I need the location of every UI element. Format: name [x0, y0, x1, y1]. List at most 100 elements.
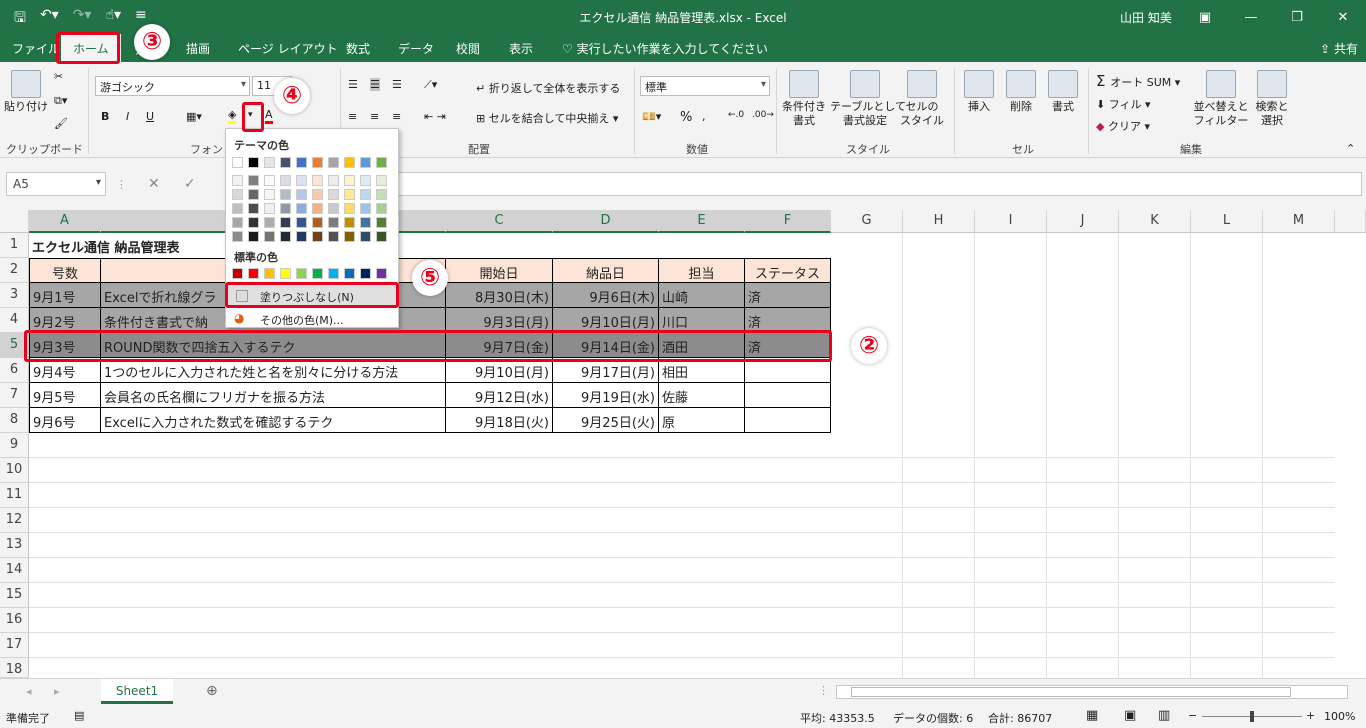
autosum-button[interactable]: Σ オート SUM ▾ — [1096, 72, 1180, 90]
format-as-table-button[interactable]: テーブルとして 書式設定 — [830, 70, 906, 128]
column-header[interactable]: E — [659, 210, 745, 233]
theme-color-swatch[interactable] — [312, 231, 323, 242]
theme-color-swatch[interactable] — [232, 217, 243, 228]
row-header[interactable]: 10 — [0, 458, 29, 483]
restore-icon[interactable]: ❐ — [1274, 0, 1320, 34]
clear-button[interactable]: ◆ クリア ▾ — [1096, 118, 1150, 134]
orientation-icon[interactable]: ⟋▾ — [424, 78, 437, 92]
theme-color-swatch[interactable] — [344, 217, 355, 228]
align-center-icon[interactable]: ≡ — [370, 110, 379, 123]
align-middle-icon[interactable]: ☰ — [370, 78, 380, 91]
theme-color-swatch[interactable] — [344, 157, 355, 168]
theme-color-swatch[interactable] — [312, 157, 323, 168]
tab-formulas[interactable]: 数式 — [346, 40, 370, 57]
indent-icon[interactable]: ⇤ ⇥ — [424, 110, 446, 123]
table-cell[interactable]: Excelに入力された数式を確認するテク — [101, 408, 446, 433]
theme-color-swatch[interactable] — [248, 157, 259, 168]
theme-color-swatch[interactable] — [280, 175, 291, 186]
theme-color-swatch[interactable] — [248, 231, 259, 242]
borders-icon[interactable]: ▦▾ — [186, 110, 202, 123]
table-cell[interactable] — [745, 383, 831, 408]
standard-color-swatch[interactable] — [376, 268, 387, 279]
theme-color-swatch[interactable] — [248, 203, 259, 214]
standard-color-swatch[interactable] — [360, 268, 371, 279]
column-header[interactable]: G — [831, 210, 903, 233]
header-cell[interactable]: 号数 — [29, 258, 101, 283]
theme-color-swatch[interactable] — [280, 189, 291, 200]
wrap-text-button[interactable]: ↵ 折り返して全体を表示する — [476, 80, 620, 96]
paste-button[interactable]: 貼り付け — [4, 70, 48, 114]
theme-color-swatch[interactable] — [328, 203, 339, 214]
theme-color-swatch[interactable] — [360, 231, 371, 242]
zoom-level[interactable]: 100% — [1324, 710, 1355, 723]
currency-icon[interactable]: 💴▾ — [642, 110, 661, 123]
theme-color-swatch[interactable] — [376, 189, 387, 200]
font-color-button[interactable]: A — [265, 108, 273, 124]
sort-filter-button[interactable]: 並べ替えと フィルター — [1192, 70, 1250, 128]
row-header[interactable]: 4 — [0, 308, 29, 333]
table-cell[interactable]: 9月5号 — [29, 383, 101, 408]
theme-color-swatch[interactable] — [312, 203, 323, 214]
fill-button[interactable]: ⬇ フィル ▾ — [1096, 96, 1151, 112]
user-name[interactable]: 山田 知美 — [1120, 9, 1172, 26]
row-header[interactable]: 1 — [0, 233, 29, 258]
header-cell[interactable]: 納品日 — [553, 258, 659, 283]
table-cell[interactable]: 9月6日(木) — [553, 283, 659, 308]
format-painter-icon[interactable]: 🖌 — [54, 117, 68, 130]
font-name-combo[interactable]: 游ゴシック — [95, 76, 250, 96]
theme-color-swatch[interactable] — [376, 231, 387, 242]
column-header[interactable]: K — [1119, 210, 1191, 233]
tab-draw[interactable]: 描画 — [186, 40, 210, 57]
theme-color-swatch[interactable] — [360, 203, 371, 214]
table-cell[interactable]: 佐藤 — [659, 383, 745, 408]
standard-color-swatch[interactable] — [232, 268, 243, 279]
cell-styles-button[interactable]: セルの スタイル — [900, 70, 944, 128]
theme-color-swatch[interactable] — [360, 175, 371, 186]
theme-color-swatch[interactable] — [360, 217, 371, 228]
theme-color-swatch[interactable] — [264, 189, 275, 200]
collapse-ribbon-icon[interactable]: ⌃ — [1346, 142, 1355, 155]
row-header[interactable]: 14 — [0, 558, 29, 583]
row-header[interactable]: 3 — [0, 283, 29, 308]
theme-color-swatch[interactable] — [360, 189, 371, 200]
theme-color-swatch[interactable] — [296, 203, 307, 214]
number-format-combo[interactable]: 標準 — [640, 76, 770, 96]
standard-color-swatch[interactable] — [296, 268, 307, 279]
align-right-icon[interactable]: ≡ — [392, 110, 401, 123]
theme-color-swatch[interactable] — [360, 157, 371, 168]
bold-button[interactable]: B — [101, 110, 109, 123]
column-header[interactable]: M — [1263, 210, 1335, 233]
theme-color-swatch[interactable] — [264, 217, 275, 228]
minimize-icon[interactable]: — — [1228, 0, 1274, 34]
table-cell[interactable]: 8月30日(木) — [446, 283, 553, 308]
standard-color-swatch[interactable] — [312, 268, 323, 279]
scroll-left-icon[interactable]: ◂ — [26, 685, 32, 698]
column-header[interactable]: C — [446, 210, 553, 233]
theme-color-swatch[interactable] — [264, 231, 275, 242]
sheet-tab[interactable]: Sheet1 — [101, 679, 173, 704]
theme-color-swatch[interactable] — [328, 189, 339, 200]
page-layout-view-icon[interactable]: ▣ — [1124, 708, 1136, 723]
delete-cells-button[interactable]: 削除 — [1002, 70, 1040, 114]
theme-color-swatch[interactable] — [312, 175, 323, 186]
select-all-corner[interactable] — [0, 210, 29, 233]
more-colors-menu-item[interactable]: ◕ その他の色(M)... — [228, 309, 396, 329]
table-cell[interactable]: 9月6号 — [29, 408, 101, 433]
column-header[interactable]: L — [1191, 210, 1263, 233]
column-header[interactable]: F — [745, 210, 831, 233]
underline-button[interactable]: U — [146, 110, 154, 123]
name-box[interactable]: A5 — [6, 172, 106, 196]
theme-color-swatch[interactable] — [328, 217, 339, 228]
tab-page-layout[interactable]: ページ レイアウト — [238, 40, 338, 57]
column-header[interactable]: J — [1047, 210, 1119, 233]
row-header[interactable]: 6 — [0, 358, 29, 383]
theme-color-swatch[interactable] — [296, 175, 307, 186]
row-header[interactable]: 2 — [0, 258, 29, 283]
row-header[interactable]: 11 — [0, 483, 29, 508]
table-cell[interactable]: 原 — [659, 408, 745, 433]
standard-color-swatch[interactable] — [328, 268, 339, 279]
table-cell[interactable]: 9月1号 — [29, 283, 101, 308]
theme-color-swatch[interactable] — [264, 157, 275, 168]
standard-color-swatch[interactable] — [344, 268, 355, 279]
normal-view-icon[interactable]: ▦ — [1086, 708, 1098, 723]
